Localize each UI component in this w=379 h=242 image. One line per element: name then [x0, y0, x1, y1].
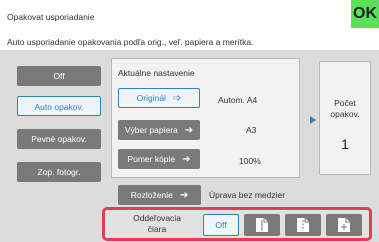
arrow-right-icon: ➔ — [182, 153, 191, 165]
page-title: Opakovat usporiadanie — [7, 12, 95, 22]
copy-ratio-label: Pomer kópie — [127, 154, 176, 164]
repeat-count-label: Počet opakov. — [330, 98, 360, 119]
mode-off-button[interactable]: Off — [17, 66, 101, 86]
arrow-right-indicator-icon — [310, 116, 316, 124]
paper-select-button[interactable]: Výber papiera ➔ — [118, 120, 200, 140]
arrow-right-icon: ➔ — [179, 189, 189, 201]
separator-line-label: Oddeľovacia čiara — [133, 213, 181, 234]
line-none-icon — [255, 217, 269, 233]
original-label: Originál — [136, 93, 166, 103]
original-value: Autom. A4 — [218, 95, 258, 105]
mode-fixed-repeat-button[interactable]: Pevné opakov. — [17, 129, 101, 149]
mode-photo-repeat-button[interactable]: Zop. fotogr. — [17, 162, 101, 182]
separator-cross-button[interactable] — [326, 214, 362, 236]
current-settings-title: Aktuálne nastavenie — [118, 68, 195, 78]
layout-button[interactable]: Rozloženie ➔ — [118, 185, 201, 205]
ratio-value: 100% — [239, 156, 261, 166]
arrow-right-icon: ➔ — [184, 124, 194, 136]
paper-select-label: Výber papiera — [124, 125, 178, 135]
mode-auto-repeat-button[interactable]: Auto opakov. — [17, 96, 101, 116]
ok-button[interactable]: OK — [351, 0, 379, 28]
page-subtitle: Auto usporiadanie opakovania podľa orig.… — [7, 37, 254, 47]
line-cross-icon — [337, 217, 351, 233]
layout-label: Rozloženie — [130, 190, 173, 200]
original-button[interactable]: Originál ➩ — [118, 88, 200, 108]
separator-off-button[interactable]: Off — [203, 214, 239, 236]
arrow-right-icon: ➩ — [172, 92, 182, 104]
layout-value: Úprava bez medzier — [209, 190, 286, 200]
paper-value: A3 — [246, 125, 257, 135]
repeat-count-value: 1 — [341, 136, 349, 152]
line-dashed-icon — [296, 217, 310, 233]
copy-ratio-button[interactable]: Pomer kópie ➔ — [118, 149, 200, 169]
separator-dashed-button[interactable] — [285, 214, 321, 236]
separator-solid-button[interactable] — [244, 214, 280, 236]
